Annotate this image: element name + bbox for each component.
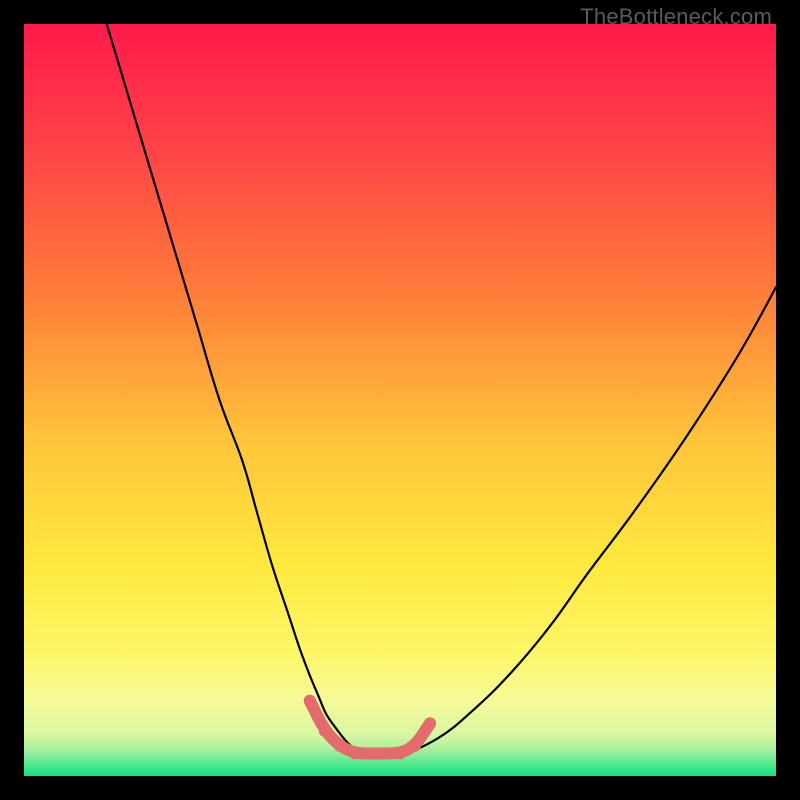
- gradient-background: [24, 24, 776, 776]
- chart-frame: [24, 24, 776, 776]
- watermark-text: TheBottleneck.com: [580, 4, 772, 30]
- bottleneck-chart: [24, 24, 776, 776]
